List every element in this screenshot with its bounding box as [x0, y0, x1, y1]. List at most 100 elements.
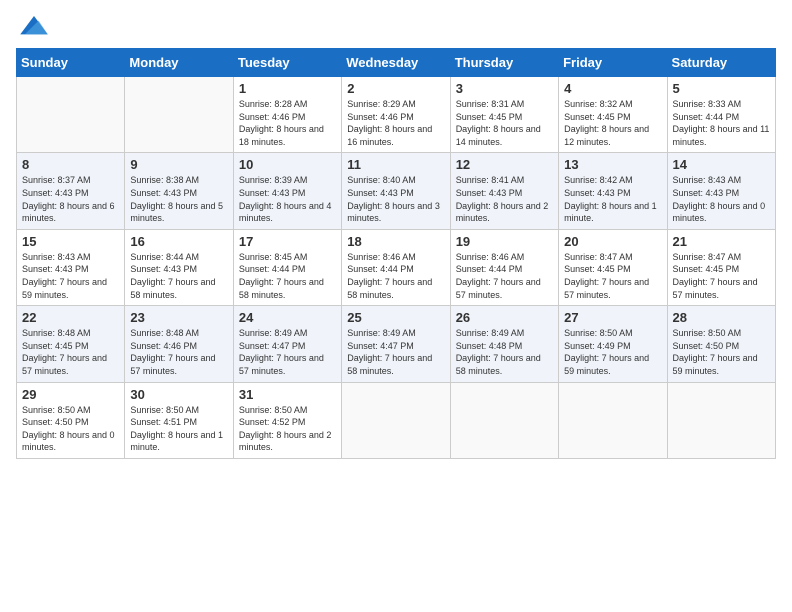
calendar-header-row: SundayMondayTuesdayWednesdayThursdayFrid… [17, 49, 776, 77]
daylight-label: Daylight: 7 hours and 59 minutes. [673, 353, 758, 376]
day-info: Sunrise: 8:44 AM Sunset: 4:43 PM Dayligh… [130, 251, 227, 301]
day-number: 21 [673, 234, 770, 249]
sunset-label: Sunset: 4:43 PM [456, 188, 523, 198]
calendar-cell: 20 Sunrise: 8:47 AM Sunset: 4:45 PM Dayl… [559, 229, 667, 305]
sunrise-label: Sunrise: 8:50 AM [130, 405, 199, 415]
calendar-cell: 11 Sunrise: 8:40 AM Sunset: 4:43 PM Dayl… [342, 153, 450, 229]
day-info: Sunrise: 8:28 AM Sunset: 4:46 PM Dayligh… [239, 98, 336, 148]
day-number: 17 [239, 234, 336, 249]
sunset-label: Sunset: 4:43 PM [22, 264, 89, 274]
sunset-label: Sunset: 4:43 PM [239, 188, 306, 198]
daylight-label: Daylight: 7 hours and 57 minutes. [456, 277, 541, 300]
day-info: Sunrise: 8:29 AM Sunset: 4:46 PM Dayligh… [347, 98, 444, 148]
daylight-label: Daylight: 7 hours and 57 minutes. [22, 353, 107, 376]
day-info: Sunrise: 8:33 AM Sunset: 4:44 PM Dayligh… [673, 98, 770, 148]
sunrise-label: Sunrise: 8:47 AM [673, 252, 742, 262]
calendar-cell: 17 Sunrise: 8:45 AM Sunset: 4:44 PM Dayl… [233, 229, 341, 305]
daylight-label: Daylight: 8 hours and 1 minute. [564, 201, 657, 224]
daylight-label: Daylight: 7 hours and 58 minutes. [239, 277, 324, 300]
calendar-cell [450, 382, 558, 458]
calendar-day-header: Monday [125, 49, 233, 77]
sunset-label: Sunset: 4:45 PM [22, 341, 89, 351]
calendar-table: SundayMondayTuesdayWednesdayThursdayFrid… [16, 48, 776, 459]
day-number: 11 [347, 157, 444, 172]
day-number: 12 [456, 157, 553, 172]
sunset-label: Sunset: 4:49 PM [564, 341, 631, 351]
calendar-cell: 21 Sunrise: 8:47 AM Sunset: 4:45 PM Dayl… [667, 229, 775, 305]
sunrise-label: Sunrise: 8:43 AM [22, 252, 91, 262]
day-number: 13 [564, 157, 661, 172]
sunrise-label: Sunrise: 8:42 AM [564, 175, 633, 185]
day-number: 20 [564, 234, 661, 249]
day-number: 15 [22, 234, 119, 249]
calendar-cell [559, 382, 667, 458]
sunrise-label: Sunrise: 8:49 AM [456, 328, 525, 338]
logo-icon [20, 16, 48, 38]
calendar-day-header: Friday [559, 49, 667, 77]
sunrise-label: Sunrise: 8:28 AM [239, 99, 308, 109]
day-number: 29 [22, 387, 119, 402]
day-info: Sunrise: 8:42 AM Sunset: 4:43 PM Dayligh… [564, 174, 661, 224]
daylight-label: Daylight: 7 hours and 57 minutes. [130, 353, 215, 376]
calendar-cell: 8 Sunrise: 8:37 AM Sunset: 4:43 PM Dayli… [17, 153, 125, 229]
sunset-label: Sunset: 4:46 PM [347, 112, 414, 122]
daylight-label: Daylight: 8 hours and 5 minutes. [130, 201, 223, 224]
sunset-label: Sunset: 4:50 PM [22, 417, 89, 427]
sunrise-label: Sunrise: 8:50 AM [673, 328, 742, 338]
day-info: Sunrise: 8:49 AM Sunset: 4:48 PM Dayligh… [456, 327, 553, 377]
day-info: Sunrise: 8:48 AM Sunset: 4:46 PM Dayligh… [130, 327, 227, 377]
daylight-label: Daylight: 7 hours and 57 minutes. [239, 353, 324, 376]
sunset-label: Sunset: 4:43 PM [673, 188, 740, 198]
day-info: Sunrise: 8:41 AM Sunset: 4:43 PM Dayligh… [456, 174, 553, 224]
calendar-cell: 18 Sunrise: 8:46 AM Sunset: 4:44 PM Dayl… [342, 229, 450, 305]
day-number: 25 [347, 310, 444, 325]
sunset-label: Sunset: 4:51 PM [130, 417, 197, 427]
day-number: 2 [347, 81, 444, 96]
calendar-cell: 1 Sunrise: 8:28 AM Sunset: 4:46 PM Dayli… [233, 77, 341, 153]
day-number: 27 [564, 310, 661, 325]
sunset-label: Sunset: 4:43 PM [347, 188, 414, 198]
calendar-cell: 22 Sunrise: 8:48 AM Sunset: 4:45 PM Dayl… [17, 306, 125, 382]
daylight-label: Daylight: 8 hours and 18 minutes. [239, 124, 324, 147]
sunset-label: Sunset: 4:43 PM [22, 188, 89, 198]
day-number: 10 [239, 157, 336, 172]
calendar-week-row: 29 Sunrise: 8:50 AM Sunset: 4:50 PM Dayl… [17, 382, 776, 458]
calendar-week-row: 8 Sunrise: 8:37 AM Sunset: 4:43 PM Dayli… [17, 153, 776, 229]
daylight-label: Daylight: 7 hours and 58 minutes. [347, 277, 432, 300]
daylight-label: Daylight: 7 hours and 59 minutes. [22, 277, 107, 300]
day-info: Sunrise: 8:49 AM Sunset: 4:47 PM Dayligh… [347, 327, 444, 377]
calendar-cell: 31 Sunrise: 8:50 AM Sunset: 4:52 PM Dayl… [233, 382, 341, 458]
calendar-cell: 5 Sunrise: 8:33 AM Sunset: 4:44 PM Dayli… [667, 77, 775, 153]
day-info: Sunrise: 8:47 AM Sunset: 4:45 PM Dayligh… [673, 251, 770, 301]
daylight-label: Daylight: 8 hours and 2 minutes. [239, 430, 332, 453]
day-number: 30 [130, 387, 227, 402]
calendar-day-header: Wednesday [342, 49, 450, 77]
sunrise-label: Sunrise: 8:49 AM [239, 328, 308, 338]
calendar-week-row: 22 Sunrise: 8:48 AM Sunset: 4:45 PM Dayl… [17, 306, 776, 382]
day-number: 26 [456, 310, 553, 325]
sunset-label: Sunset: 4:46 PM [130, 341, 197, 351]
sunrise-label: Sunrise: 8:50 AM [564, 328, 633, 338]
sunset-label: Sunset: 4:44 PM [456, 264, 523, 274]
calendar-cell: 25 Sunrise: 8:49 AM Sunset: 4:47 PM Dayl… [342, 306, 450, 382]
sunrise-label: Sunrise: 8:29 AM [347, 99, 416, 109]
calendar-week-row: 15 Sunrise: 8:43 AM Sunset: 4:43 PM Dayl… [17, 229, 776, 305]
sunset-label: Sunset: 4:43 PM [130, 264, 197, 274]
sunset-label: Sunset: 4:47 PM [239, 341, 306, 351]
day-info: Sunrise: 8:32 AM Sunset: 4:45 PM Dayligh… [564, 98, 661, 148]
day-number: 3 [456, 81, 553, 96]
sunset-label: Sunset: 4:43 PM [564, 188, 631, 198]
daylight-label: Daylight: 7 hours and 58 minutes. [456, 353, 541, 376]
calendar-cell: 14 Sunrise: 8:43 AM Sunset: 4:43 PM Dayl… [667, 153, 775, 229]
calendar-cell [342, 382, 450, 458]
day-info: Sunrise: 8:46 AM Sunset: 4:44 PM Dayligh… [456, 251, 553, 301]
calendar-week-row: 1 Sunrise: 8:28 AM Sunset: 4:46 PM Dayli… [17, 77, 776, 153]
daylight-label: Daylight: 7 hours and 59 minutes. [564, 353, 649, 376]
calendar-cell: 26 Sunrise: 8:49 AM Sunset: 4:48 PM Dayl… [450, 306, 558, 382]
sunset-label: Sunset: 4:52 PM [239, 417, 306, 427]
day-info: Sunrise: 8:50 AM Sunset: 4:51 PM Dayligh… [130, 404, 227, 454]
sunset-label: Sunset: 4:46 PM [239, 112, 306, 122]
sunset-label: Sunset: 4:45 PM [456, 112, 523, 122]
sunrise-label: Sunrise: 8:46 AM [347, 252, 416, 262]
sunrise-label: Sunrise: 8:41 AM [456, 175, 525, 185]
